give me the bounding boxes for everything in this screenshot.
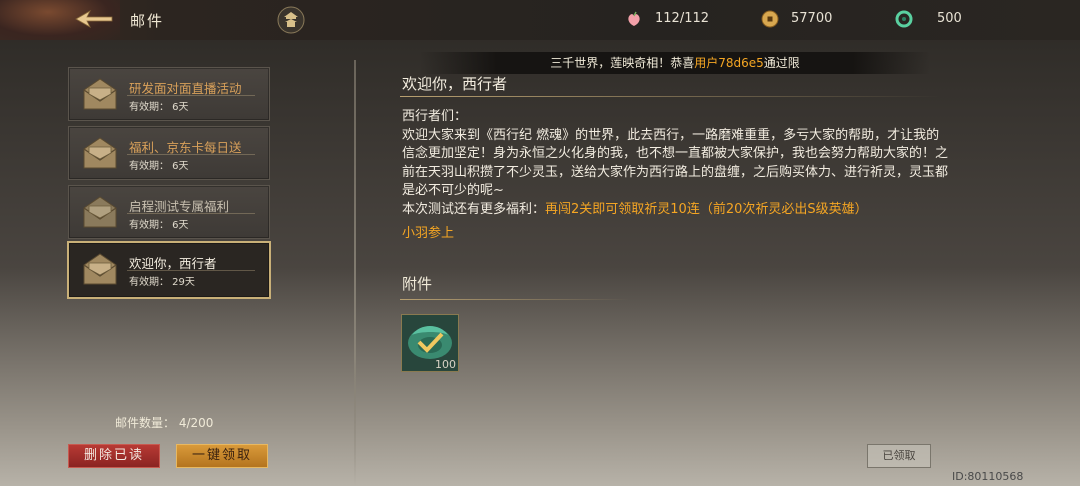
envelope-icon [83,78,117,110]
coin-value: 57700 [791,11,833,26]
delete-read-button[interactable]: 删除已读 [68,444,160,468]
claimed-button[interactable]: 已领取 [867,444,931,468]
player-id: ID:80110568 [952,470,1024,483]
attachment-item[interactable]: 100 [401,314,459,372]
claim-all-button[interactable]: 一键领取 [176,444,268,468]
page-title: 邮件 [130,12,165,30]
mail-body: 西行者们： 欢迎大家来到《西行纪 燃魂》的世界，此去西行，一路磨难重重，多亏大家… [402,108,950,244]
envelope-icon [83,253,117,285]
peach-icon [628,11,640,26]
marquee-prefix: 三千世界，莲映奇相！恭喜 [550,56,695,70]
mail-expiry: 有效期： 6天 [129,102,189,113]
mail-list-item[interactable]: 启程测试专属福利 有效期： 6天 [68,185,270,239]
mail-list-item-selected[interactable]: 欢迎你，西行者 有效期： 29天 [67,241,271,299]
mail-heading: 欢迎你，西行者 [402,75,508,93]
divider [127,95,255,96]
jade-value: 500 [937,11,962,26]
mail-signature: 小羽参上 [402,226,455,241]
back-arrow-icon[interactable] [74,8,114,30]
envelope-icon [83,137,117,169]
heading-divider [400,96,940,97]
divider [127,213,255,214]
mail-expiry: 有效期： 6天 [129,161,189,172]
mail-count: 邮件数量： 4/200 [115,416,214,430]
welfare-highlight: 再闯2关即可领取祈灵10连（前20次祈灵必出S级英雄） [545,201,868,217]
mail-list-item[interactable]: 研发面对面直播活动 有效期： 6天 [68,67,270,121]
divider [127,154,255,155]
welfare-prefix: 本次测试还有更多福利： [402,201,546,217]
marquee-suffix: 通过限 [763,56,800,70]
mail-expiry: 有效期： 29天 [129,277,195,288]
attachment-quantity: 100 [435,358,456,371]
envelope-icon [83,196,117,228]
marquee-user: 用户78d6e5 [694,56,764,70]
jade-icon [895,10,913,28]
coin-icon [761,10,779,28]
mail-list-item[interactable]: 福利、京东卡每日送 有效期： 6天 [68,126,270,180]
pagoda-icon[interactable] [276,5,306,35]
top-bar: 邮件 112/112 57700 500 [0,0,1080,40]
panel-divider [354,60,356,486]
mail-welfare: 本次测试还有更多福利：再闯2关即可领取祈灵10连（前20次祈灵必出S级英雄） [402,201,950,220]
divider [127,270,255,271]
attachment-heading: 附件 [402,275,433,293]
stamina-value: 112/112 [655,11,710,26]
mail-greeting: 西行者们： [402,109,468,124]
mail-paragraph: 欢迎大家来到《西行纪 燃魂》的世界，此去西行，一路磨难重重，多亏大家的帮助，才让… [402,127,949,199]
announcement-marquee: 三千世界，莲映奇相！恭喜用户78d6e5通过限 [420,52,930,74]
mail-expiry: 有效期： 6天 [129,220,189,231]
attachment-divider [400,299,630,300]
